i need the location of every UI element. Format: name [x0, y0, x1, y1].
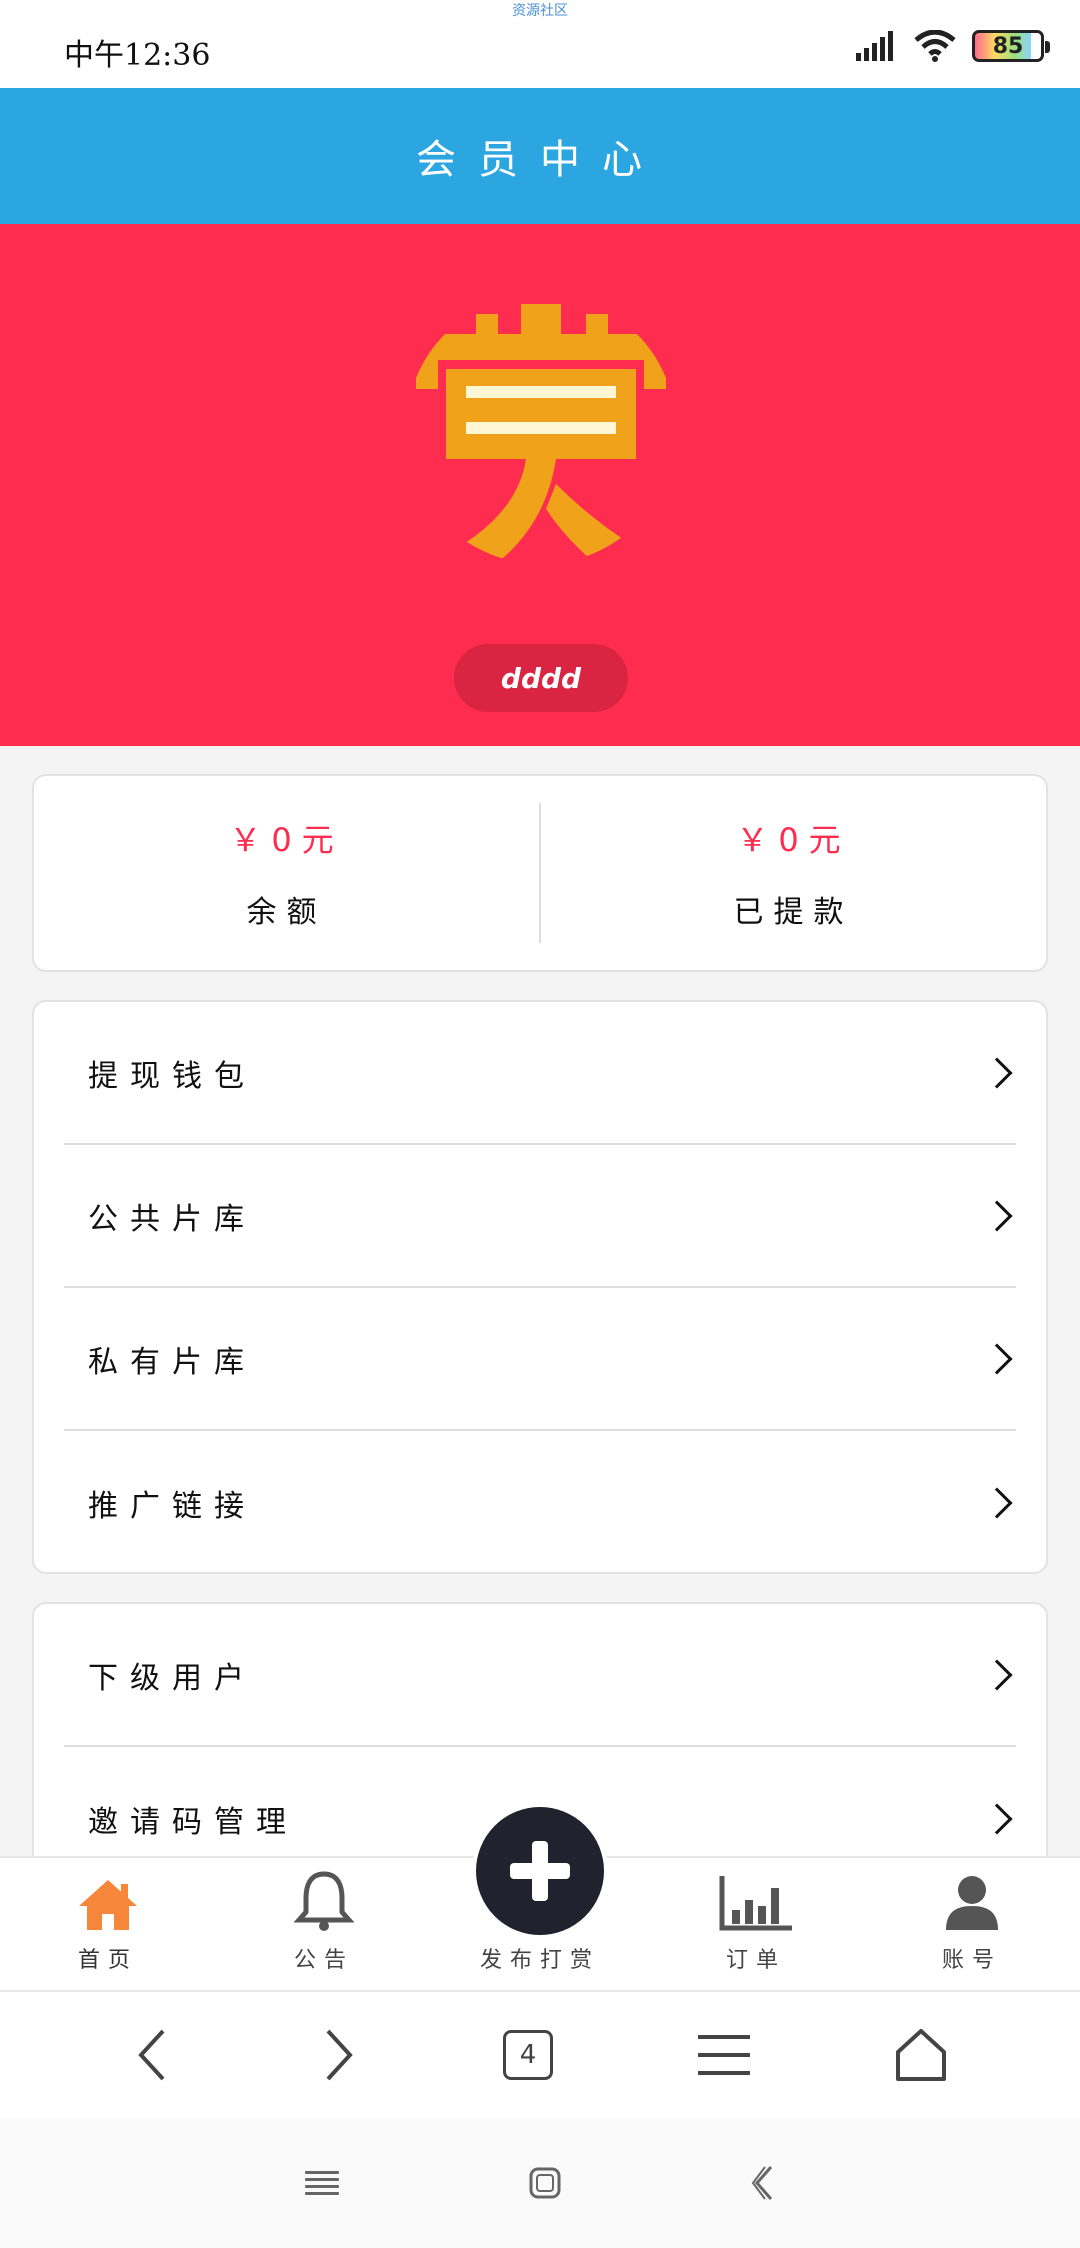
tab-orders[interactable]: 订单 — [648, 1858, 864, 1990]
app-header: 会员中心 — [0, 88, 1080, 224]
forward-icon[interactable] — [318, 2027, 358, 2083]
menu-group-1: 提现钱包 公共片库 私有片库 推广链接 — [32, 1000, 1048, 1574]
menu-item-label: 私有片库 — [88, 1344, 256, 1380]
menu-item-label: 公共片库 — [88, 1201, 256, 1237]
chevron-right-icon — [981, 1486, 1013, 1519]
balance-card: ￥0元 余额 ￥0元 已提款 — [32, 774, 1048, 972]
menu-item-withdraw-wallet[interactable]: 提现钱包 — [64, 1002, 1016, 1145]
menu-icon[interactable] — [698, 2033, 751, 2077]
watermark-text: 资源社区 — [512, 3, 568, 19]
tab-account[interactable]: 账号 — [864, 1858, 1080, 1990]
tab-label: 首页 — [77, 1948, 138, 1973]
home-outline-icon[interactable] — [895, 2028, 947, 2082]
tab-home[interactable]: 首页 — [0, 1858, 216, 1990]
tab-count-value: 4 — [519, 2040, 537, 2070]
avatar-image — [406, 294, 676, 564]
back-nav-icon[interactable] — [751, 2165, 775, 2201]
system-nav-bar — [0, 2118, 1080, 2248]
bar-chart-icon — [719, 1876, 792, 1931]
menu-item-label: 推广链接 — [88, 1488, 256, 1524]
chevron-right-icon — [981, 1199, 1013, 1232]
tab-label: 账号 — [941, 1948, 1002, 1973]
recent-apps-icon[interactable] — [305, 2169, 339, 2197]
balance-amount: ￥0元 — [229, 821, 344, 859]
avatar[interactable] — [406, 294, 676, 564]
publish-fab-button[interactable] — [472, 1803, 608, 1939]
username-badge: dddd — [454, 644, 628, 712]
withdrawn-item[interactable]: ￥0元 已提款 — [541, 776, 1046, 970]
menu-item-public-library[interactable]: 公共片库 — [64, 1145, 1016, 1288]
home-square-icon[interactable] — [529, 2167, 561, 2199]
menu-item-promo-link[interactable]: 推广链接 — [64, 1431, 1016, 1574]
balance-item[interactable]: ￥0元 余额 — [34, 776, 539, 970]
withdrawn-label: 已提款 — [733, 895, 854, 930]
menu-item-private-library[interactable]: 私有片库 — [64, 1288, 1016, 1431]
battery-icon: 85 — [972, 30, 1050, 62]
chevron-right-icon — [981, 1342, 1013, 1375]
signal-icon — [856, 31, 893, 61]
home-icon — [79, 1880, 137, 1930]
page-title: 会员中心 — [416, 137, 664, 183]
back-icon[interactable] — [133, 2027, 173, 2083]
profile-hero: dddd — [0, 224, 1080, 746]
chevron-right-icon — [981, 1658, 1013, 1691]
plus-icon — [510, 1841, 570, 1901]
user-icon — [946, 1876, 998, 1930]
chevron-right-icon — [981, 1056, 1013, 1089]
tab-label: 订单 — [725, 1948, 786, 1973]
tabs-icon[interactable]: 4 — [502, 2030, 553, 2080]
tab-announcements[interactable]: 公告 — [216, 1858, 432, 1990]
battery-level: 85 — [992, 33, 1024, 59]
tab-label: 公告 — [293, 1948, 354, 1973]
balance-label: 余额 — [246, 895, 327, 930]
bell-icon — [294, 1871, 354, 1931]
status-icons: 85 — [856, 30, 1050, 62]
menu-item-label: 提现钱包 — [88, 1058, 256, 1094]
browser-toolbar: 4 — [0, 1990, 1080, 2118]
withdrawn-amount: ￥0元 — [736, 821, 851, 859]
menu-item-sub-users[interactable]: 下级用户 — [64, 1604, 1016, 1747]
tab-label: 发布打赏 — [479, 1948, 600, 1973]
status-time: 中午12:36 — [64, 38, 211, 73]
chevron-right-icon — [981, 1802, 1013, 1835]
menu-item-label: 下级用户 — [88, 1660, 256, 1696]
menu-item-label: 邀请码管理 — [88, 1804, 298, 1840]
status-bar: 资源社区 中午12:36 85 — [0, 0, 1080, 88]
wifi-icon — [914, 30, 956, 62]
